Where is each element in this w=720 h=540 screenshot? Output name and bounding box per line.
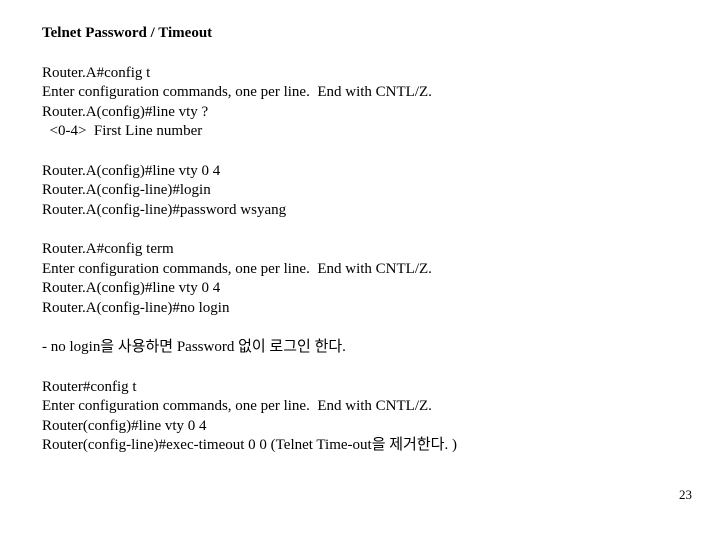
- cli-line: Router.A(config-line)#login: [42, 181, 642, 201]
- cli-line: Router.A(config)#line vty 0 4: [42, 162, 642, 182]
- cli-line: Enter configuration commands, one per li…: [42, 260, 642, 280]
- cli-line: Router.A#config term: [42, 240, 642, 260]
- cli-line: Enter configuration commands, one per li…: [42, 397, 642, 417]
- cli-line: Router.A(config)#line vty 0 4: [42, 279, 642, 299]
- page-number: 23: [679, 487, 692, 504]
- note-text: - no login을 사용하면 Password 없이 로그인 한다.: [42, 338, 642, 358]
- cli-line: Router.A(config-line)#no login: [42, 299, 642, 319]
- cli-line: Router(config-line)#exec-timeout 0 0 (Te…: [42, 436, 642, 456]
- config-block-1: Router.A#config t Enter configuration co…: [42, 64, 642, 142]
- cli-line: Router#config t: [42, 378, 642, 398]
- cli-line: Router.A(config-line)#password wsyang: [42, 201, 642, 221]
- note-line: - no login을 사용하면 Password 없이 로그인 한다.: [42, 338, 642, 358]
- cli-line: Router.A(config)#line vty ?: [42, 103, 642, 123]
- config-block-4: Router#config t Enter configuration comm…: [42, 378, 642, 456]
- page-title: Telnet Password / Timeout: [42, 24, 642, 44]
- document-body: Telnet Password / Timeout Router.A#confi…: [0, 0, 642, 456]
- cli-line: Router.A#config t: [42, 64, 642, 84]
- cli-line: Enter configuration commands, one per li…: [42, 83, 642, 103]
- config-block-2: Router.A(config)#line vty 0 4 Router.A(c…: [42, 162, 642, 221]
- cli-line: Router(config)#line vty 0 4: [42, 417, 642, 437]
- cli-line: <0-4> First Line number: [42, 122, 642, 142]
- config-block-3: Router.A#config term Enter configuration…: [42, 240, 642, 318]
